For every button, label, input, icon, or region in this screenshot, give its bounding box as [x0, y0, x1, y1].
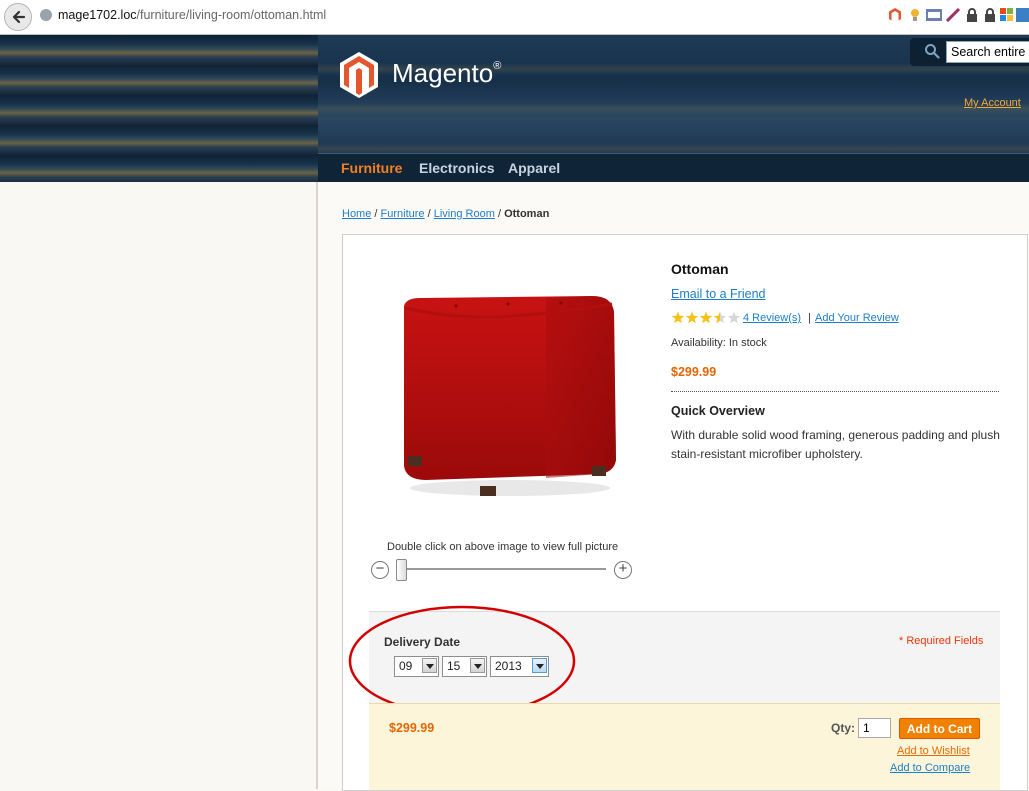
availability-status: Availability: In stock	[671, 337, 767, 349]
feather-icon[interactable]	[945, 7, 961, 23]
lock-icon[interactable]	[965, 8, 979, 22]
lightbulb-icon[interactable]	[908, 8, 922, 22]
extension-icon[interactable]	[1016, 8, 1029, 22]
search-icon[interactable]	[924, 43, 940, 64]
breadcrumb-home[interactable]: Home	[342, 208, 371, 220]
zoom-slider-track[interactable]	[398, 568, 606, 570]
breadcrumb-furniture[interactable]: Furniture	[381, 208, 425, 220]
address-bar[interactable]: mage1702.loc/furniture/living-room/ottom…	[34, 5, 884, 27]
reviews-link[interactable]: 4 Review(s)	[743, 312, 801, 324]
breadcrumb-living-room[interactable]: Living Room	[434, 208, 495, 220]
lock-icon[interactable]	[983, 8, 997, 22]
review-separator: |	[808, 312, 811, 324]
star-icon	[671, 311, 685, 324]
cart-price: $299.99	[389, 721, 435, 735]
php-icon[interactable]	[926, 8, 942, 22]
magento-extension-icon[interactable]	[888, 8, 902, 22]
breadcrumb-separator: /	[497, 208, 502, 220]
add-to-wishlist-link[interactable]: Add to Wishlist	[897, 745, 970, 757]
star-icon	[713, 311, 727, 324]
back-button[interactable]	[4, 3, 32, 31]
breadcrumb-separator: /	[427, 208, 431, 220]
logo-wordmark: Magento	[392, 58, 494, 88]
divider	[671, 391, 999, 392]
product-price: $299.99	[671, 365, 717, 379]
page-left-background	[0, 182, 316, 789]
required-fields-note: * Required Fields	[899, 635, 984, 647]
rating-stars	[671, 311, 743, 330]
product-name: Ottoman	[671, 261, 729, 277]
nav-item-apparel[interactable]: Apparel	[508, 160, 560, 176]
search-input[interactable]	[946, 41, 1029, 63]
zoom-in-button[interactable]: +	[614, 560, 632, 579]
nav-item-furniture[interactable]: Furniture	[341, 160, 402, 176]
star-icon	[727, 311, 741, 324]
header-background-left	[0, 35, 318, 182]
my-account-link[interactable]: My Account	[964, 97, 1021, 109]
minus-icon: −	[375, 560, 385, 577]
star-icon	[699, 311, 713, 324]
globe-icon	[40, 9, 52, 21]
breadcrumb: Home / Furniture / Living Room / Ottoman	[342, 208, 549, 220]
quick-overview-title: Quick Overview	[671, 404, 765, 418]
magento-logo-icon[interactable]	[338, 51, 380, 104]
plus-icon: +	[618, 560, 628, 577]
product-image[interactable]	[396, 290, 622, 507]
add-to-cart-button[interactable]: Add to Cart	[899, 718, 980, 739]
windows-icon[interactable]	[1000, 8, 1014, 22]
back-arrow-icon	[12, 10, 26, 24]
star-icon	[685, 311, 699, 324]
quick-overview-text: With durable solid wood framing, generou…	[671, 428, 1000, 461]
registered-mark: ®	[493, 60, 502, 72]
add-review-link[interactable]: Add Your Review	[815, 312, 899, 324]
logo-text[interactable]: Magento®	[392, 58, 501, 89]
zoom-slider-handle[interactable]	[396, 559, 407, 581]
add-to-compare-link[interactable]: Add to Compare	[890, 762, 970, 774]
qty-input[interactable]	[858, 718, 891, 738]
url-host: mage1702.loc	[58, 8, 137, 22]
nav-item-electronics[interactable]: Electronics	[419, 160, 494, 176]
zoom-hint: Double click on above image to view full…	[387, 541, 619, 553]
url-text[interactable]: mage1702.loc/furniture/living-room/ottom…	[58, 8, 326, 22]
email-to-friend-link[interactable]: Email to a Friend	[671, 287, 765, 301]
url-path: /furniture/living-room/ottoman.html	[136, 8, 327, 22]
breadcrumb-current: Ottoman	[504, 208, 550, 220]
breadcrumb-separator: /	[374, 208, 378, 220]
zoom-out-button[interactable]: −	[371, 560, 389, 579]
qty-label: Qty:	[831, 721, 855, 735]
